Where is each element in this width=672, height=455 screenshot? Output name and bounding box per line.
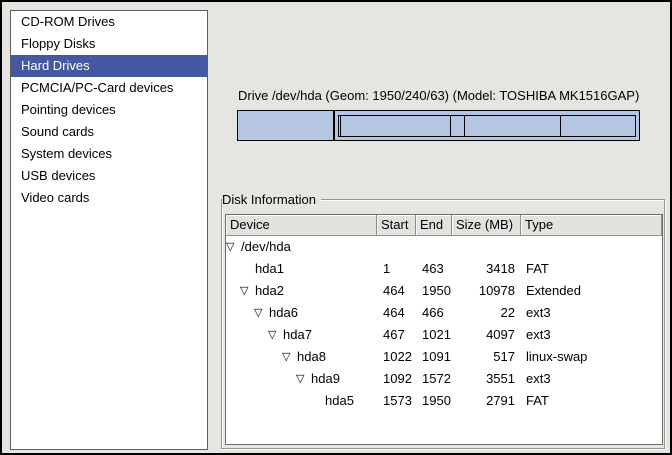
cell-start: 1 — [377, 258, 416, 280]
cell-device: ▽hda9 — [226, 368, 377, 390]
cell-size: 2791 — [452, 390, 521, 412]
sidebar-item-pcmcia-pc-card-devices[interactable]: PCMCIA/PC-Card devices — [11, 77, 207, 99]
extended-partition-hda2-inner-bar — [338, 115, 636, 137]
sidebar-item-sound-cards[interactable]: Sound cards — [11, 121, 207, 143]
cell-size — [452, 236, 521, 258]
cell-type: Extended — [521, 280, 662, 302]
cell-size: 517 — [452, 346, 521, 368]
cell-start: 1092 — [377, 368, 416, 390]
cell-start: 1573 — [377, 390, 416, 412]
device-label: hda1 — [255, 258, 284, 280]
tree-indent — [226, 401, 310, 402]
expander-icon[interactable]: ▽ — [254, 302, 269, 324]
table-row-dev-hda[interactable]: ▽/dev/hda — [226, 236, 662, 258]
column-header-type[interactable]: Type — [521, 215, 662, 236]
cell-device: hda5 — [226, 390, 377, 412]
cell-device: ▽hda2 — [226, 280, 377, 302]
cell-end: 1950 — [416, 390, 452, 412]
cell-type: ext3 — [521, 368, 662, 390]
table-row-hda1[interactable]: hda1 14633418FAT — [226, 258, 662, 280]
device-label: hda6 — [269, 302, 298, 324]
column-header-device[interactable]: Device — [226, 215, 377, 236]
cell-start: 464 — [377, 280, 416, 302]
tree-indent — [226, 335, 268, 336]
disk-table: DeviceStartEndSize (MB)Type ▽/dev/hdahda… — [225, 214, 663, 445]
cell-size: 22 — [452, 302, 521, 324]
cell-size: 3418 — [452, 258, 521, 280]
sidebar-item-usb-devices[interactable]: USB devices — [11, 165, 207, 187]
tree-indent — [226, 313, 254, 314]
cell-device: hda1 — [226, 258, 377, 280]
device-label: hda9 — [311, 368, 340, 390]
cell-start: 464 — [377, 302, 416, 324]
cell-device: ▽/dev/hda — [226, 236, 377, 258]
cell-device: ▽hda6 — [226, 302, 377, 324]
table-row-hda2[interactable]: ▽hda2464195010978Extended — [226, 280, 662, 302]
expander-icon[interactable]: ▽ — [282, 346, 297, 368]
sidebar-item-video-cards[interactable]: Video cards — [11, 187, 207, 209]
tree-indent — [226, 269, 240, 270]
cell-end: 1091 — [416, 346, 452, 368]
partition-segment-hda8-boundary — [464, 116, 465, 136]
cell-start: 1022 — [377, 346, 416, 368]
device-label: hda2 — [255, 280, 284, 302]
sidebar-item-system-devices[interactable]: System devices — [11, 143, 207, 165]
cell-end: 1950 — [416, 280, 452, 302]
expander-icon[interactable]: ▽ — [296, 368, 311, 390]
expander-icon[interactable]: ▽ — [268, 324, 283, 346]
partition-segment-hda1-boundary — [333, 111, 335, 140]
cell-size: 4097 — [452, 324, 521, 346]
disk-table-header: DeviceStartEndSize (MB)Type — [226, 215, 662, 236]
disk-information-label: Disk Information — [222, 191, 321, 208]
tree-indent — [226, 291, 240, 292]
cell-device: ▽hda7 — [226, 324, 377, 346]
device-label: hda8 — [297, 346, 326, 368]
device-label: hda5 — [325, 390, 354, 412]
disk-information-frame: Disk Information DeviceStartEndSize (MB)… — [221, 199, 665, 449]
table-row-hda9[interactable]: ▽hda9109215723551ext3 — [226, 368, 662, 390]
table-row-hda5[interactable]: hda5 157319502791FAT — [226, 390, 662, 412]
cell-device: ▽hda8 — [226, 346, 377, 368]
sidebar-item-cd-rom-drives[interactable]: CD-ROM Drives — [11, 11, 207, 33]
sidebar-item-floppy-disks[interactable]: Floppy Disks — [11, 33, 207, 55]
hardware-browser-window: CD-ROM DrivesFloppy DisksHard DrivesPCMC… — [0, 0, 672, 455]
cell-type: ext3 — [521, 302, 662, 324]
cell-type: ext3 — [521, 324, 662, 346]
sidebar-item-hard-drives[interactable]: Hard Drives — [11, 55, 207, 77]
device-label: hda7 — [283, 324, 312, 346]
partition-segment-hda9-boundary — [560, 116, 561, 136]
table-row-hda6[interactable]: ▽hda646446622ext3 — [226, 302, 662, 324]
cell-type: linux-swap — [521, 346, 662, 368]
cell-start — [377, 236, 416, 258]
sidebar-item-pointing-devices[interactable]: Pointing devices — [11, 99, 207, 121]
drive-title: Drive /dev/hda (Geom: 1950/240/63) (Mode… — [238, 88, 658, 103]
tree-indent — [226, 357, 282, 358]
partition-segment-hda7-boundary — [450, 116, 451, 136]
disk-table-body: ▽/dev/hdahda114633418FAT▽hda246419501097… — [226, 236, 662, 412]
table-row-hda8[interactable]: ▽hda810221091517linux-swap — [226, 346, 662, 368]
device-category-list: CD-ROM DrivesFloppy DisksHard DrivesPCMC… — [10, 10, 208, 450]
cell-end: 463 — [416, 258, 452, 280]
tree-indent — [226, 379, 296, 380]
cell-end: 466 — [416, 302, 452, 324]
cell-type: FAT — [521, 258, 662, 280]
expander-icon[interactable]: ▽ — [240, 280, 255, 302]
cell-start: 467 — [377, 324, 416, 346]
column-header-size-mb[interactable]: Size (MB) — [452, 215, 521, 236]
cell-type: FAT — [521, 390, 662, 412]
partition-segment-hda6-boundary — [340, 116, 341, 136]
cell-size: 10978 — [452, 280, 521, 302]
cell-type — [521, 236, 662, 258]
cell-end: 1021 — [416, 324, 452, 346]
column-header-start[interactable]: Start — [377, 215, 416, 236]
expander-icon[interactable]: ▽ — [226, 236, 241, 258]
column-header-end[interactable]: End — [416, 215, 452, 236]
cell-size: 3551 — [452, 368, 521, 390]
partition-bar — [237, 110, 640, 141]
cell-end — [416, 236, 452, 258]
table-row-hda7[interactable]: ▽hda746710214097ext3 — [226, 324, 662, 346]
cell-end: 1572 — [416, 368, 452, 390]
device-label: /dev/hda — [241, 236, 291, 258]
